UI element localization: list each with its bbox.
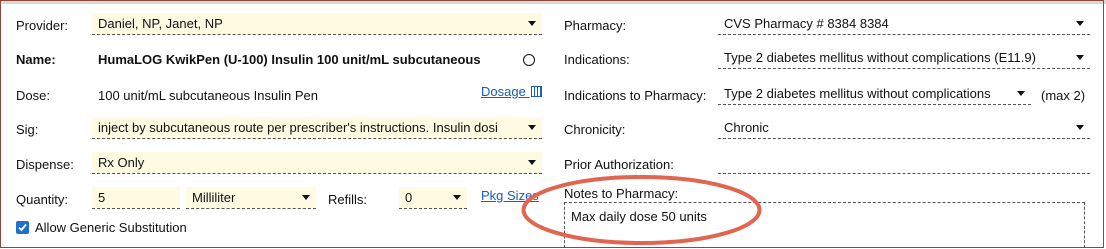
provider-value: Daniel, NP, Janet, NP (98, 16, 223, 31)
chevron-down-icon (528, 125, 536, 130)
refills-label: Refills: (328, 192, 368, 207)
pharmacy-label: Pharmacy: (564, 18, 627, 33)
dispense-value: Rx Only (98, 155, 145, 170)
select-radio-button[interactable] (523, 54, 535, 66)
dispense-label: Dispense: (16, 157, 74, 172)
prior-authorization-label: Prior Authorization: (564, 157, 674, 172)
provider-label: Provider: (16, 18, 69, 33)
indications-to-pharmacy-value: Type 2 diabetes mellitus without complic… (724, 86, 991, 101)
sig-value: inject by subcutaneous route per prescri… (98, 120, 498, 135)
indications-to-pharmacy-select[interactable]: Type 2 diabetes mellitus without complic… (718, 83, 1031, 105)
chevron-down-icon (1076, 21, 1084, 26)
pharmacy-value: CVS Pharmacy # 8384 8384 (724, 16, 889, 31)
refills-value: 0 (405, 190, 413, 205)
quantity-input[interactable]: 5 (92, 187, 180, 209)
provider-select[interactable]: Daniel, NP, Janet, NP (92, 13, 542, 35)
checkmark-icon (18, 223, 27, 232)
calculator-icon (531, 86, 543, 97)
sig-select[interactable]: inject by subcutaneous route per prescri… (92, 117, 542, 139)
name-label: Name: (16, 52, 56, 67)
chevron-down-icon (528, 21, 536, 26)
chronicity-label: Chronicity: (564, 122, 626, 137)
chevron-down-icon (1076, 55, 1084, 60)
dose-value: 100 unit/mL subcutaneous Insulin Pen (98, 88, 318, 103)
chevron-down-icon (528, 160, 536, 165)
indications-value: Type 2 diabetes mellitus without complic… (724, 50, 1036, 65)
chevron-down-icon (302, 195, 310, 200)
chevron-down-icon (1017, 91, 1025, 96)
max-label: (max 2) (1041, 88, 1086, 103)
unit-value: Milliliter (192, 190, 236, 205)
generic-substitution-checkbox[interactable] (16, 221, 29, 234)
indications-to-pharmacy-label: Indications to Pharmacy: (564, 88, 707, 103)
generic-substitution-label: Allow Generic Substitution (35, 220, 187, 235)
indications-select[interactable]: Type 2 diabetes mellitus without complic… (718, 47, 1090, 69)
pharmacy-select[interactable]: CVS Pharmacy # 8384 8384 (718, 13, 1090, 35)
quantity-label: Quantity: (16, 192, 69, 207)
dose-label: Dose: (16, 88, 50, 103)
indications-label: Indications: (564, 52, 630, 67)
chevron-down-icon (1076, 125, 1084, 130)
chronicity-select[interactable]: Chronic (718, 117, 1090, 139)
quantity-value: 5 (98, 190, 106, 205)
dosage-link-label: Dosage (481, 84, 526, 99)
prior-authorization-input[interactable] (718, 152, 1090, 174)
highlight-oval (521, 175, 762, 245)
chronicity-value: Chronic (724, 120, 769, 135)
dispense-select[interactable]: Rx Only (92, 152, 542, 174)
dosage-calculator-link[interactable]: Dosage (481, 84, 543, 99)
sig-label: Sig: (16, 122, 39, 137)
chevron-down-icon (453, 195, 461, 200)
refills-select[interactable]: 0 (399, 187, 467, 209)
unit-select[interactable]: Milliliter (186, 187, 316, 209)
medication-name: HumaLOG KwikPen (U-100) Insulin 100 unit… (98, 52, 481, 67)
